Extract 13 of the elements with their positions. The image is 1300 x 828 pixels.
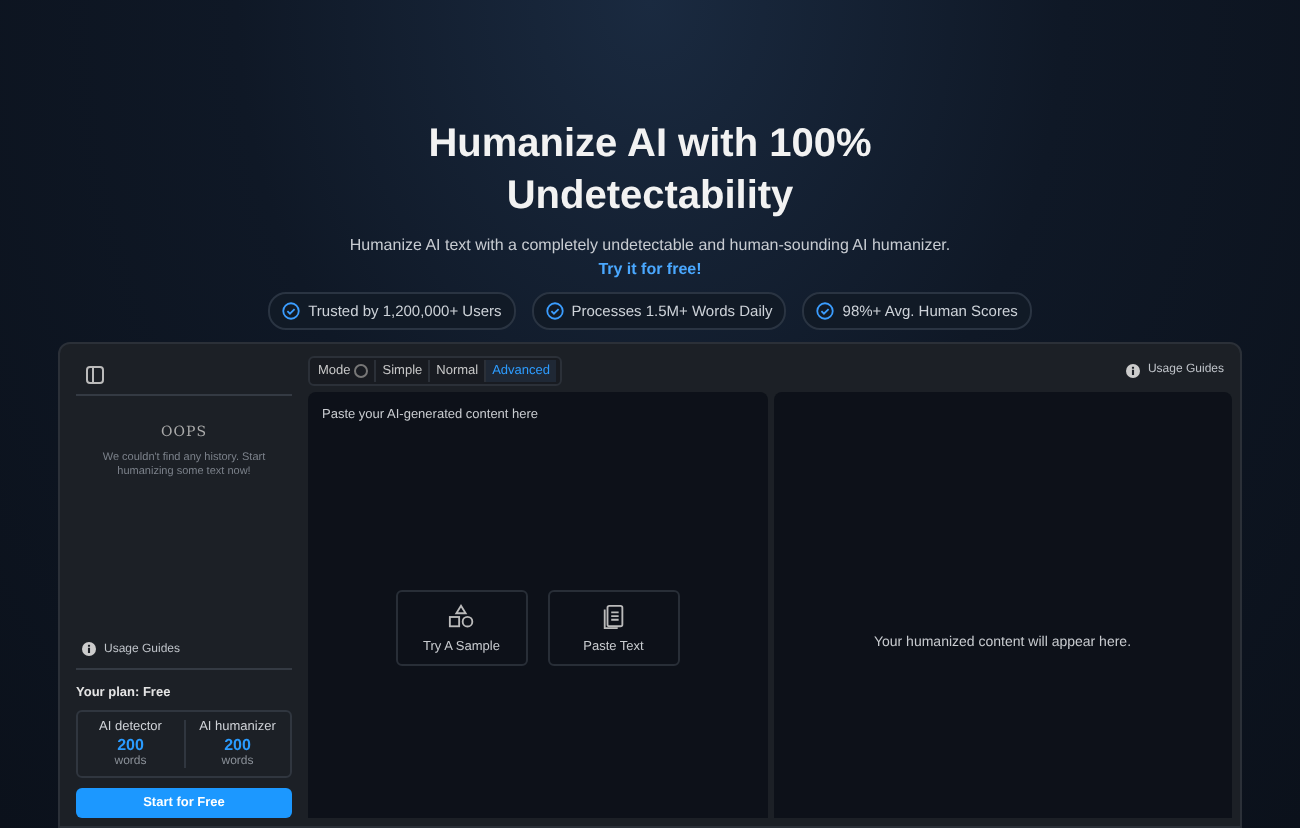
sidebar-toggle-icon[interactable] (86, 366, 104, 384)
check-circle-icon (282, 302, 301, 320)
info-icon (1125, 363, 1140, 377)
info-icon (82, 642, 96, 656)
try-free-link[interactable]: Try it for free! (598, 260, 702, 278)
document-icon (601, 603, 626, 629)
shapes-icon (448, 603, 475, 629)
check-circle-icon (816, 302, 835, 320)
stat-value: 200 (117, 736, 144, 754)
page-title: Humanize AI with 100% Undetectability (428, 120, 872, 222)
check-circle-icon (545, 302, 564, 320)
stat-value: 200 (224, 736, 251, 754)
subtitle: Humanize AI text with a completely undetectable and human-sounding AI humanizer. (349, 236, 951, 254)
